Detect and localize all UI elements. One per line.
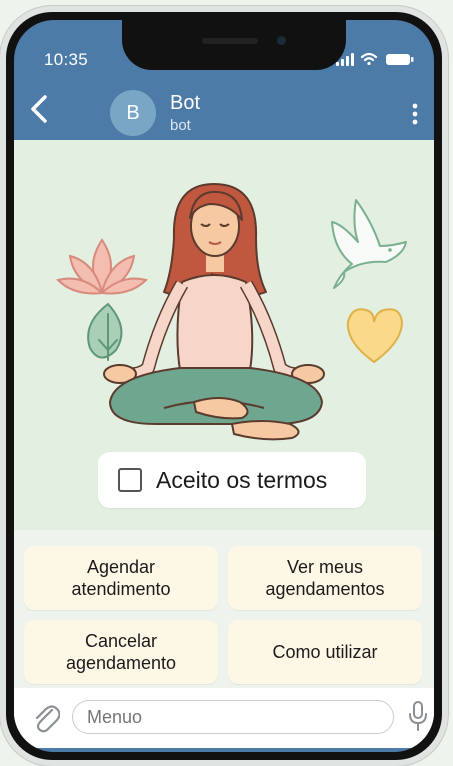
notch [122, 20, 346, 70]
schedule-appointment-button[interactable]: Agendar atendimento [24, 546, 218, 610]
dove-icon [331, 199, 407, 289]
phone-bezel: 10:35 B Bot bot Aceito os termos Agendar… [6, 12, 442, 760]
speaker [202, 38, 258, 44]
lotus-icon [56, 238, 148, 295]
microphone-icon[interactable] [408, 700, 428, 732]
paperclip-icon[interactable] [32, 702, 60, 734]
avatar[interactable]: B [110, 90, 156, 136]
status-time: 10:35 [44, 50, 89, 69]
back-arrow-icon [31, 95, 47, 123]
message-input[interactable] [72, 700, 394, 734]
message-composer [14, 688, 434, 748]
chat-area: Aceito os termos [14, 140, 434, 540]
signal-icon [336, 53, 354, 66]
my-appointments-button[interactable]: Ver meus agendamentos [228, 546, 422, 610]
phone-frame: 10:35 B Bot bot Aceito os termos Agendar… [0, 6, 448, 766]
heart-icon [346, 308, 404, 364]
chat-header: B Bot bot [14, 82, 434, 140]
cancel-appointment-button[interactable]: Cancelar agendamento [24, 620, 218, 684]
battery-icon [386, 54, 414, 65]
wifi-icon [360, 52, 378, 66]
checkbox-icon[interactable] [118, 468, 142, 492]
accept-terms-label: Aceito os termos [156, 466, 328, 493]
chat-title[interactable]: Bot [170, 92, 200, 115]
accept-terms-checkbox[interactable]: Aceito os termos [98, 452, 366, 508]
more-menu-icon[interactable] [412, 103, 418, 125]
back-button[interactable] [28, 94, 50, 124]
meditation-illustration [56, 183, 407, 441]
camera [277, 36, 286, 45]
status-icons [336, 51, 414, 67]
leaf-icon [87, 302, 123, 361]
screen: 10:35 B Bot bot Aceito os termos Agendar… [14, 20, 434, 752]
how-to-use-button[interactable]: Como utilizar [228, 620, 422, 684]
woman-figure [103, 183, 325, 441]
chat-subtitle: bot [170, 117, 191, 134]
